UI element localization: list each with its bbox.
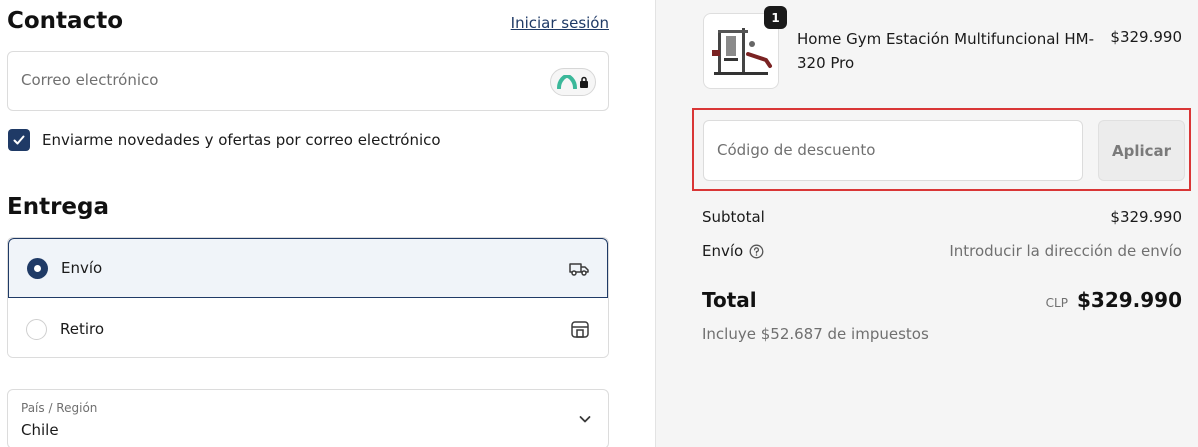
total-label: Total <box>702 288 757 312</box>
shipping-label-wrap: Envío <box>702 242 764 260</box>
shipping-radio[interactable] <box>27 257 48 279</box>
shipping-row: Envío Introducir la dirección de envío <box>702 242 1182 260</box>
shipping-option-label: Envío <box>61 259 103 277</box>
pickup-radio[interactable] <box>26 318 47 340</box>
subtotal-value: $329.990 <box>1110 208 1182 226</box>
delivery-method-group: Envío Retiro <box>7 237 609 358</box>
shipping-value: Introducir la dirección de envío <box>949 242 1182 260</box>
check-icon <box>13 135 25 145</box>
contact-heading: Contacto <box>7 8 123 34</box>
help-icon[interactable] <box>749 244 764 259</box>
lock-icon <box>580 76 588 88</box>
delivery-option-pickup[interactable]: Retiro <box>8 299 608 357</box>
total-amount: CLP $329.990 <box>1046 288 1182 312</box>
quantity-badge: 1 <box>764 6 787 29</box>
truck-icon <box>569 263 589 276</box>
newsletter-checkbox[interactable] <box>8 129 30 151</box>
delivery-heading: Entrega <box>7 194 110 220</box>
total-value: $329.990 <box>1076 288 1182 312</box>
store-icon <box>571 321 589 338</box>
shop-pay-badge[interactable] <box>550 68 596 96</box>
login-link[interactable]: Iniciar sesión <box>511 14 609 32</box>
email-field[interactable] <box>7 51 609 111</box>
newsletter-row: Enviarme novedades y ofertas por correo … <box>8 129 441 151</box>
pickup-option-label: Retiro <box>60 320 105 338</box>
country-value: Chile <box>21 421 59 439</box>
country-select[interactable]: País / Región Chile <box>7 389 609 447</box>
taxes-note: Incluye $52.687 de impuestos <box>702 325 929 343</box>
product-price: $329.990 <box>1110 28 1182 46</box>
email-input[interactable] <box>21 71 521 89</box>
shop-logo-icon <box>557 75 577 89</box>
country-label: País / Región <box>21 401 98 415</box>
subtotal-row: Subtotal $329.990 <box>702 208 1182 226</box>
discount-code-input[interactable] <box>717 141 1067 159</box>
total-row: Total CLP $329.990 <box>702 288 1182 312</box>
product-thumbnail: 1 <box>703 6 787 89</box>
discount-highlight: Aplicar <box>692 108 1191 191</box>
currency-code: CLP <box>1045 296 1068 310</box>
shipping-label: Envío <box>702 242 744 260</box>
checkout-form: Contacto Iniciar sesión Enviarme novedad… <box>0 0 655 447</box>
product-name: Home Gym Estación Multifuncional HM-320 … <box>797 30 1094 72</box>
subtotal-label: Subtotal <box>702 208 765 226</box>
order-summary: 1 Home Gym Estación Multifuncional HM-32… <box>655 0 1198 447</box>
discount-field[interactable] <box>703 120 1083 181</box>
chevron-down-icon <box>579 416 591 423</box>
delivery-option-shipping[interactable]: Envío <box>8 238 608 298</box>
apply-discount-button[interactable]: Aplicar <box>1098 120 1185 181</box>
newsletter-label: Enviarme novedades y ofertas por correo … <box>42 131 441 149</box>
